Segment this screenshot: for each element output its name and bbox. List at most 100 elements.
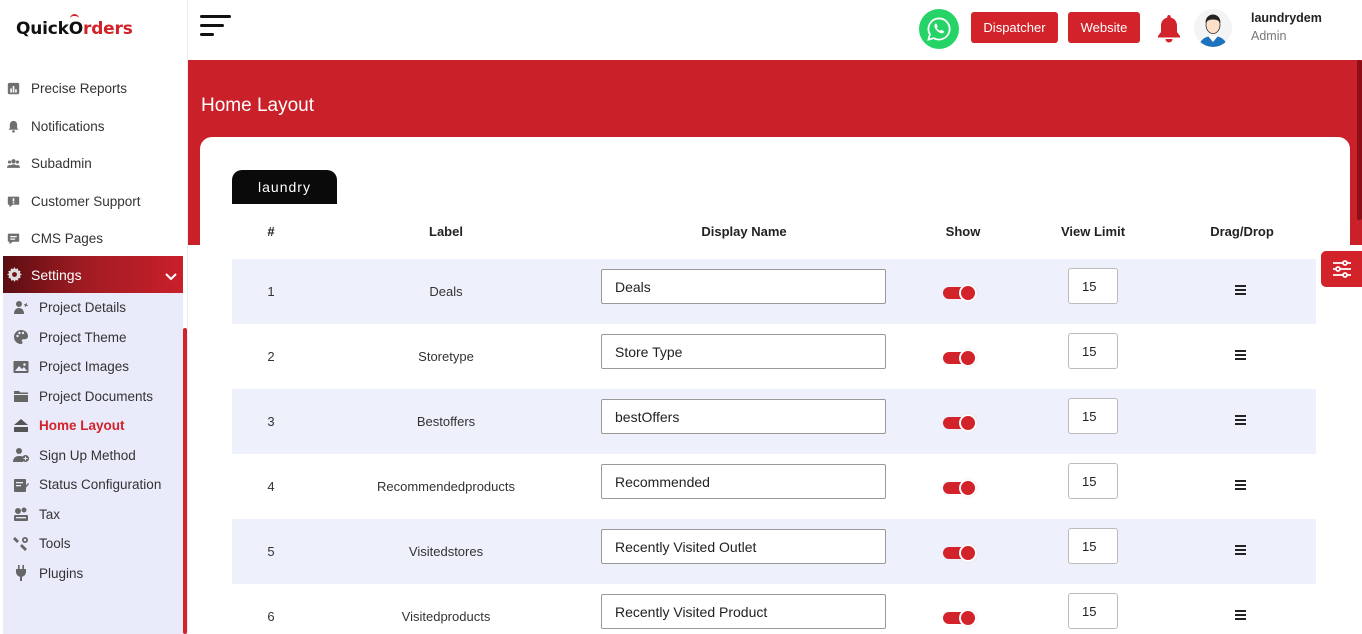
drag-handle-icon[interactable] <box>1235 350 1247 360</box>
sidebar-item-subadmin[interactable]: Subadmin <box>0 145 188 183</box>
table-row: 2 Storetype <box>232 324 1316 389</box>
table-row: 5 Visitedstores <box>232 519 1316 584</box>
column-header-view-limit: View Limit <box>1060 224 1126 239</box>
sidebar-item-project-theme[interactable]: Project Theme <box>3 323 183 353</box>
sidebar-item-label: Precise Reports <box>31 81 128 97</box>
user-name[interactable]: laundrydem <box>1251 11 1322 25</box>
drag-handle-icon[interactable] <box>1235 610 1247 620</box>
sidebar-item-notifications[interactable]: Notifications <box>0 108 188 146</box>
column-header-number: # <box>267 224 275 239</box>
sidebar-item-status-configuration[interactable]: Status Configuration <box>3 470 183 500</box>
notification-bell-icon[interactable] <box>1156 13 1182 43</box>
user-add-icon <box>12 447 29 464</box>
users-icon <box>6 157 20 171</box>
sidebar-item-label: Status Configuration <box>39 477 162 493</box>
row-label: Deals <box>429 284 463 299</box>
view-limit-input[interactable] <box>1068 528 1118 564</box>
sidebar-item-label: Sign Up Method <box>39 447 136 463</box>
sidebar-item-cms-pages[interactable]: CMS Pages <box>0 220 188 258</box>
sidebar-scrollbar[interactable] <box>183 328 187 634</box>
settings-label: Settings <box>31 266 82 283</box>
bell-icon <box>6 119 20 133</box>
show-toggle[interactable] <box>943 543 977 562</box>
column-header-label: Label <box>429 224 463 239</box>
sidebar-item-label: Customer Support <box>31 193 141 209</box>
website-button[interactable]: Website <box>1068 12 1140 43</box>
sidebar-item-precise-reports[interactable]: Precise Reports <box>0 70 188 108</box>
drag-handle-icon[interactable] <box>1235 415 1247 425</box>
row-label: Storetype <box>418 349 474 364</box>
drag-handle-icon[interactable] <box>1235 480 1247 490</box>
palette-icon <box>12 329 29 346</box>
column-header-show: Show <box>945 224 981 239</box>
sidebar-item-label: Project Images <box>39 359 130 375</box>
sidebar-item-label: Notifications <box>31 118 105 134</box>
row-number: 3 <box>267 414 275 429</box>
table-row: 1 Deals <box>232 259 1316 324</box>
row-label: Visitedstores <box>408 544 484 559</box>
sidebar-item-tax[interactable]: Tax <box>3 500 183 530</box>
customize-sliders-button[interactable] <box>1321 251 1362 287</box>
sidebar-item-label: Tax <box>39 506 61 522</box>
table-row: 6 Visitedproducts <box>232 584 1316 634</box>
sliders-icon <box>1332 260 1351 278</box>
folder-icon <box>12 388 29 405</box>
row-number: 1 <box>267 284 275 299</box>
sidebar-item-project-images[interactable]: Project Images <box>3 352 183 382</box>
display-name-input[interactable] <box>601 594 886 629</box>
home-layout-card: laundry # Label Display Name Show View L… <box>200 137 1350 634</box>
sidebar-item-plugins[interactable]: Plugins <box>3 559 183 589</box>
row-number: 6 <box>267 609 275 624</box>
whatsapp-icon[interactable] <box>919 9 959 49</box>
display-name-input[interactable] <box>601 464 886 499</box>
sidebar-item-label: Project Theme <box>39 329 127 345</box>
logo-o: O <box>68 14 84 39</box>
show-toggle[interactable] <box>943 348 977 367</box>
sidebar-item-project-documents[interactable]: Project Documents <box>3 382 183 412</box>
sidebar: Quick Orders Precise Reports Notification… <box>0 0 188 634</box>
avatar[interactable] <box>1194 9 1232 47</box>
sidebar-item-settings[interactable]: Settings <box>3 256 183 293</box>
row-label: Recommendedproducts <box>376 479 516 494</box>
table-row: 3 Bestoffers <box>232 389 1316 454</box>
dispatcher-button[interactable]: Dispatcher <box>971 12 1058 43</box>
view-limit-input[interactable] <box>1068 333 1118 369</box>
report-icon <box>6 82 20 96</box>
project-details-icon <box>12 299 29 316</box>
display-name-input[interactable] <box>601 269 886 304</box>
page-scrollbar[interactable] <box>1357 60 1362 220</box>
drag-handle-icon[interactable] <box>1235 545 1247 555</box>
show-toggle[interactable] <box>943 283 977 302</box>
sidebar-item-sign-up-method[interactable]: Sign Up Method <box>3 441 183 471</box>
hamburger-menu-icon[interactable] <box>200 15 232 39</box>
sidebar-item-home-layout[interactable]: Home Layout <box>3 411 183 441</box>
sidebar-item-label: Plugins <box>39 565 84 581</box>
display-name-input[interactable] <box>601 399 886 434</box>
table-header: # Label Display Name Show View Limit Dra… <box>232 221 1316 243</box>
display-name-input[interactable] <box>601 529 886 564</box>
image-icon <box>12 358 29 375</box>
show-toggle[interactable] <box>943 413 977 432</box>
show-toggle[interactable] <box>943 478 977 497</box>
view-limit-input[interactable] <box>1068 593 1118 629</box>
display-name-input[interactable] <box>601 334 886 369</box>
sidebar-item-customer-support[interactable]: Customer Support <box>0 183 188 221</box>
sidebar-item-label: Home Layout <box>39 418 125 434</box>
view-limit-input[interactable] <box>1068 463 1118 499</box>
table-row: 4 Recommendedproducts <box>232 454 1316 519</box>
sidebar-item-tools[interactable]: Tools <box>3 529 183 559</box>
row-number: 5 <box>267 544 275 559</box>
sidebar-item-label: CMS Pages <box>31 231 104 247</box>
show-toggle[interactable] <box>943 608 977 627</box>
logo[interactable]: Quick Orders <box>16 14 133 42</box>
view-limit-input[interactable] <box>1068 398 1118 434</box>
home-icon <box>12 417 29 434</box>
settings-submenu: Project Details Project Theme Project Im… <box>3 293 183 634</box>
sidebar-item-project-details[interactable]: Project Details <box>3 293 183 323</box>
chevron-down-icon <box>165 268 177 281</box>
row-label: Bestoffers <box>416 414 476 429</box>
row-label: Visitedproducts <box>401 609 491 624</box>
view-limit-input[interactable] <box>1068 268 1118 304</box>
drag-handle-icon[interactable] <box>1235 285 1247 295</box>
tab-laundry[interactable]: laundry <box>232 170 337 204</box>
